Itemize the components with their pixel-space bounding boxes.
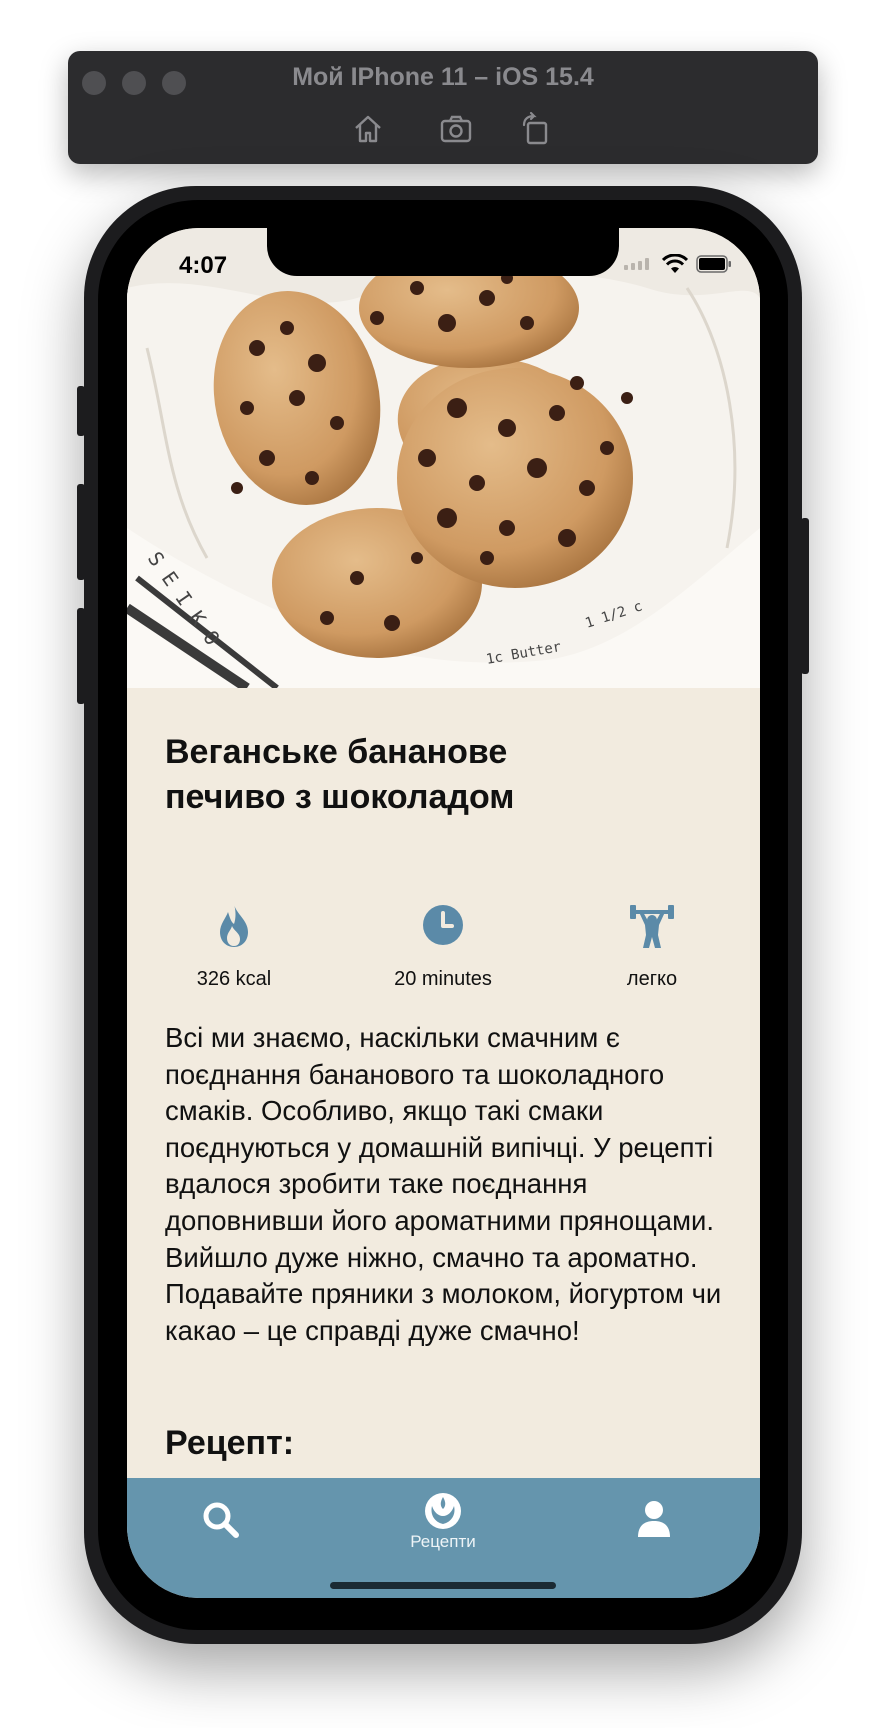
simulator-title-bar: Мой IPhone 11 – iOS 15.4	[68, 51, 818, 164]
simulator-title: Мой IPhone 11 – iOS 15.4	[292, 63, 594, 91]
calories-stat: 326 kcal	[134, 900, 334, 991]
recipe-section-heading: Рецепт:	[165, 1424, 295, 1462]
weightlifter-icon	[630, 905, 674, 948]
difficulty-label: легко	[626, 968, 678, 990]
user-icon	[638, 1501, 670, 1537]
calories-label: 326 kcal	[196, 968, 272, 990]
tab-bar: Рецепти	[127, 1478, 760, 1598]
tab-search[interactable]	[201, 1500, 241, 1545]
phone-screen: 1 1/2 c 1c Butter S E I K O 4:07 Вегансь…	[127, 228, 760, 1598]
status-time: 4:07	[179, 252, 228, 279]
recipe-hero-image: 1 1/2 c 1c Butter S E I K O	[127, 228, 760, 688]
cook-time-label: 20 minutes	[394, 968, 492, 990]
tab-profile[interactable]	[637, 1500, 671, 1543]
clock-icon	[423, 905, 463, 945]
cook-time-stat: 20 minutes	[343, 900, 543, 991]
recipe-title: Веганське бананове печиво з шоколадом	[165, 733, 515, 816]
search-icon	[203, 1502, 239, 1538]
phone-notch	[267, 228, 619, 276]
status-icons	[624, 254, 732, 274]
signal-icon	[624, 258, 649, 270]
volume-up-button	[77, 484, 85, 580]
fire-icon	[220, 904, 248, 947]
silent-switch	[77, 386, 85, 436]
home-icon[interactable]	[350, 111, 386, 147]
battery-icon	[696, 255, 731, 273]
power-button	[801, 518, 809, 674]
home-indicator[interactable]	[330, 1582, 556, 1589]
wifi-icon	[662, 254, 688, 273]
difficulty-stat: легко	[552, 900, 752, 991]
screenshot-icon[interactable]	[438, 111, 474, 147]
volume-down-button	[77, 608, 85, 704]
rotate-icon[interactable]	[518, 111, 554, 147]
recipe-description: Всі ми знаємо, наскільки смачним є поєдн…	[165, 1022, 722, 1346]
rebel-alliance-icon	[425, 1493, 461, 1529]
tab-recipes[interactable]: Рецепти	[393, 1492, 493, 1552]
tab-recipes-label: Рецепти	[410, 1532, 476, 1551]
